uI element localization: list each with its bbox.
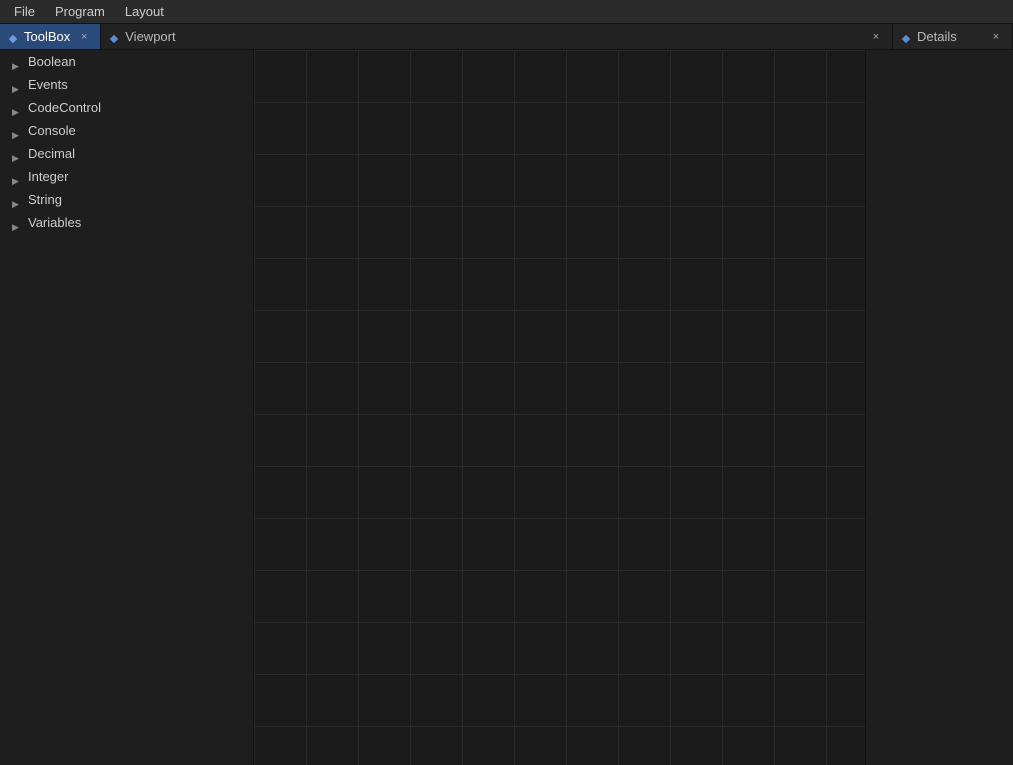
toolbox-item-label: Decimal xyxy=(28,146,75,161)
viewport-panel[interactable] xyxy=(254,50,865,765)
toolbox-item-console[interactable]: Console xyxy=(0,119,253,142)
menu-layout[interactable]: Layout xyxy=(115,2,174,21)
toolbox-item-decimal[interactable]: Decimal xyxy=(0,142,253,165)
toolbox-item-label: Integer xyxy=(28,169,68,184)
tab-details-close[interactable]: × xyxy=(988,29,1004,45)
toolbox-item-variables[interactable]: Variables xyxy=(0,211,253,234)
toolbox-item-label: Variables xyxy=(28,215,81,230)
tree-arrow-icon xyxy=(12,172,22,182)
tree-arrow-icon xyxy=(12,57,22,67)
toolbox-item-string[interactable]: String xyxy=(0,188,253,211)
toolbox-item-label: Boolean xyxy=(28,54,76,69)
toolbox-tab-icon xyxy=(8,32,18,42)
tab-toolbox[interactable]: ToolBox × xyxy=(0,24,101,49)
toolbox-item-codecontrol[interactable]: CodeControl xyxy=(0,96,253,119)
tab-details-label: Details xyxy=(917,29,957,44)
tab-toolbox-label: ToolBox xyxy=(24,29,70,44)
tab-bar: ToolBox × Viewport × Details × xyxy=(0,24,1013,50)
details-panel xyxy=(865,50,1013,765)
tree-arrow-icon xyxy=(12,149,22,159)
tab-viewport-label: Viewport xyxy=(125,29,175,44)
tab-viewport[interactable]: Viewport × xyxy=(101,24,893,49)
tree-arrow-icon xyxy=(12,195,22,205)
main-layout: Boolean Events CodeControl Console Decimal In… xyxy=(0,50,1013,765)
toolbox-item-label: CodeControl xyxy=(28,100,101,115)
details-tab-icon xyxy=(901,32,911,42)
tab-details[interactable]: Details × xyxy=(893,24,1013,49)
toolbox-item-events[interactable]: Events xyxy=(0,73,253,96)
menu-file[interactable]: File xyxy=(4,2,45,21)
toolbox-item-label: Console xyxy=(28,123,76,138)
menu-bar: File Program Layout xyxy=(0,0,1013,24)
toolbox-item-boolean[interactable]: Boolean xyxy=(0,50,253,73)
toolbox-item-label: Events xyxy=(28,77,68,92)
tree-arrow-icon xyxy=(12,103,22,113)
viewport-tab-icon xyxy=(109,32,119,42)
toolbox-panel: Boolean Events CodeControl Console Decimal In… xyxy=(0,50,254,765)
menu-program[interactable]: Program xyxy=(45,2,115,21)
toolbox-item-integer[interactable]: Integer xyxy=(0,165,253,188)
tree-arrow-icon xyxy=(12,80,22,90)
tab-toolbox-close[interactable]: × xyxy=(76,29,92,45)
viewport-grid xyxy=(254,50,865,765)
tree-arrow-icon xyxy=(12,126,22,136)
tree-arrow-icon xyxy=(12,218,22,228)
tab-viewport-close[interactable]: × xyxy=(868,29,884,45)
toolbox-item-label: String xyxy=(28,192,62,207)
